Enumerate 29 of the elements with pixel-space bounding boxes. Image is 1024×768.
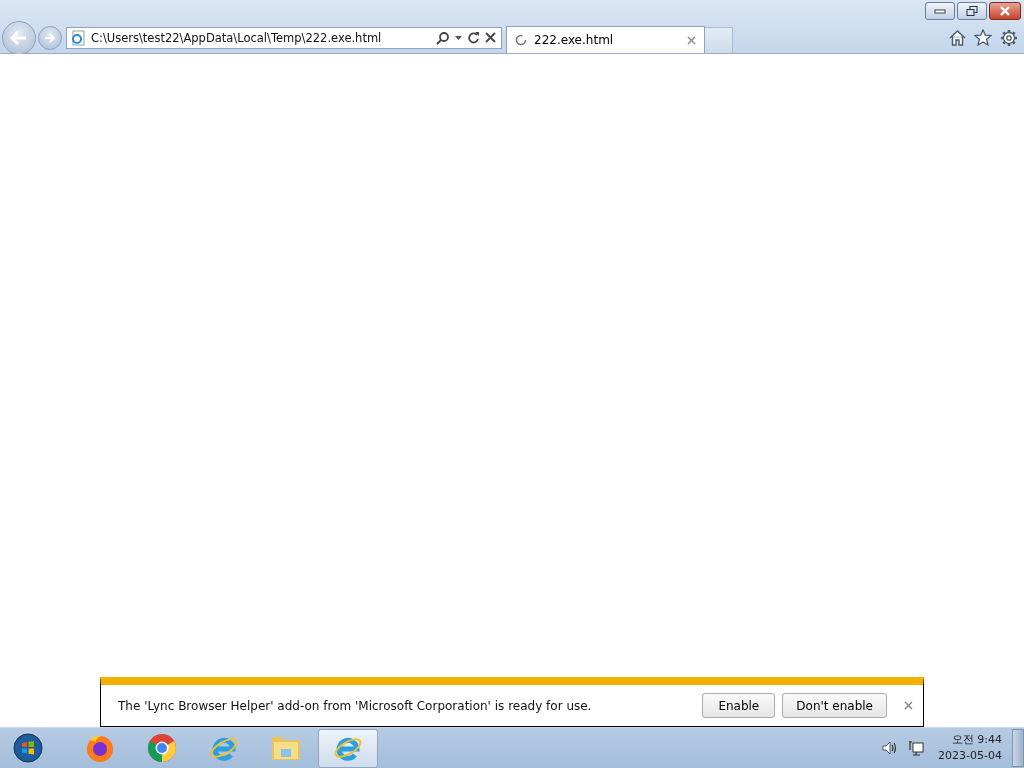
round-browser-icon	[146, 732, 178, 764]
restore-button[interactable]	[957, 2, 987, 20]
close-tab-icon[interactable]	[687, 35, 696, 45]
close-icon[interactable]	[904, 701, 913, 710]
caret-icon[interactable]	[455, 35, 462, 40]
close-icon	[999, 6, 1011, 16]
notification-button[interactable]: Enable	[702, 693, 776, 718]
settings-icon[interactable]	[1000, 28, 1018, 47]
browser-tab[interactable]: 222.exe.html	[506, 26, 705, 53]
network-icon[interactable]	[908, 740, 925, 756]
search-icon[interactable]	[436, 30, 450, 45]
stop-icon[interactable]	[485, 32, 496, 43]
notification-message: The 'Lync Browser Helper' add-on from 'Microsoft Corporation' is ready for use.	[118, 698, 593, 713]
address-field[interactable]: C:\Users\test22\AppData\Local\Temp\222.exe.html	[66, 26, 502, 49]
minimize-icon	[934, 8, 946, 14]
star-icon[interactable]	[974, 29, 992, 46]
windows-orb-icon	[13, 733, 43, 763]
minimize-button[interactable]	[925, 2, 955, 20]
forward-arrow-icon	[44, 32, 56, 43]
taskbar-button[interactable]	[318, 728, 378, 768]
back-arrow-icon	[10, 30, 28, 45]
page-icon	[71, 29, 86, 46]
clock[interactable]: 오전 9:44 2023-05-04	[938, 732, 1002, 764]
speaker-icon[interactable]	[882, 741, 899, 755]
restore-icon	[966, 6, 978, 16]
home-icon[interactable]	[949, 29, 966, 46]
notification-button[interactable]: Don't enable	[782, 693, 887, 718]
close-button[interactable]	[989, 2, 1021, 20]
refresh-icon[interactable]	[467, 31, 480, 44]
